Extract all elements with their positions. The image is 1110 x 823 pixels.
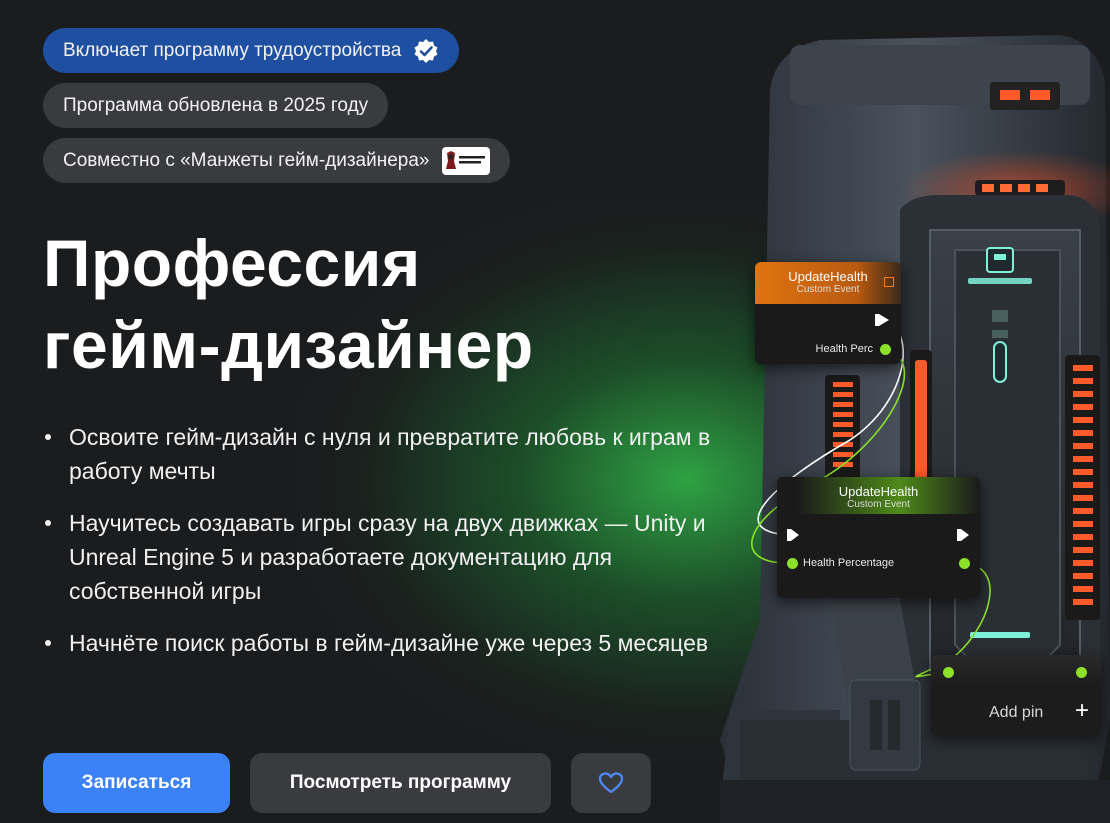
add-pin-label: Add pin [989,704,1044,721]
blueprint-node-event-1: UpdateHealth Custom Event Health Perc [755,262,901,364]
data-pin-out-icon [959,558,970,569]
title-line-1: Профессия [43,226,421,300]
node-subtitle: Custom Event [847,499,910,510]
plus-icon: + [1074,697,1089,724]
partner-badge: Совместно с «Манжеты гейм-дизайнера» [43,138,510,183]
pin-label: Health Perc [815,343,873,355]
node-header: UpdateHealth Custom Event [755,262,901,304]
node-header: UpdateHealth Custom Event [777,477,980,514]
badge-label: Включает программу трудоустройства [63,39,402,61]
node-title: UpdateHealth [788,269,868,284]
data-pin-icon [880,344,891,355]
blueprint-node-event-2: UpdateHealth Custom Event Health Percent… [777,477,980,598]
hero-illustration: UpdateHealth Custom Event Health Perc Up… [700,20,1110,823]
updated-badge: Программа обновлена в 2025 году [43,83,389,128]
benefit-item: Начнёте поиск работы в гейм-дизайне уже … [43,626,713,660]
view-program-button[interactable]: Посмотреть программу [250,753,551,813]
data-pin-in-icon [943,667,954,678]
pin-label: Health Percentage [803,557,895,569]
data-pin-out-icon [1076,667,1087,678]
node-title: UpdateHealth [838,484,919,499]
employment-program-badge: Включает программу трудоустройства [43,28,460,73]
enroll-button[interactable]: Записаться [43,753,230,813]
exec-in-pin-arrow-icon [791,529,799,541]
badge-list: Включает программу трудоустройства Прогр… [43,28,723,193]
manzhety-logo-icon [441,146,490,175]
title-line-2: гейм-дизайнер [43,308,534,382]
verified-check-icon [414,38,438,63]
badge-label: Программа обновлена в 2025 году [63,94,369,116]
favorite-button[interactable] [571,753,651,813]
benefit-item: Освоите гейм-дизайн с нуля и превратите … [43,420,713,488]
benefit-item: Научитесь создавать игры сразу на двух д… [43,506,713,608]
badge-label: Совместно с «Манжеты гейм-дизайнера» [63,149,430,171]
exec-out-pin-icon [961,529,969,541]
blueprint-node-add-pin: Add pin + [931,655,1101,735]
exec-pin-icon [879,314,889,326]
benefits-list: Освоите гейм-дизайн с нуля и превратите … [43,420,713,678]
event-delegate-icon [884,277,894,287]
data-pin-in-icon [787,558,798,569]
heart-icon [598,772,624,794]
node-subtitle: Custom Event [796,284,860,295]
page-title: Профессия гейм-дизайнер [43,222,534,386]
exec-pin-base [875,314,879,326]
